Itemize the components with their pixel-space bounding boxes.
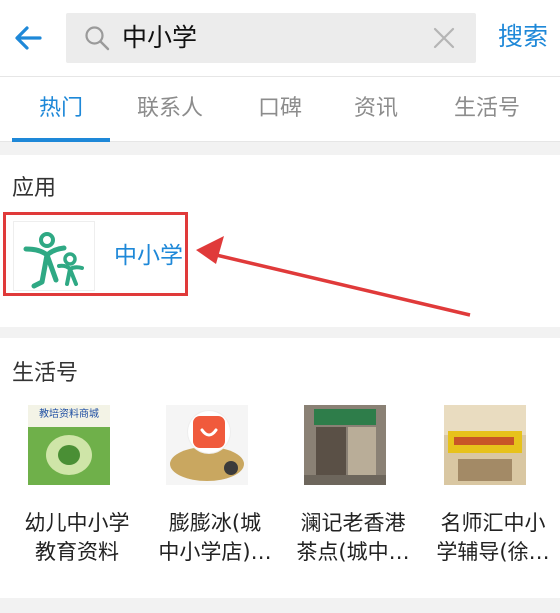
search-button[interactable]: 搜索	[498, 20, 548, 54]
bottom-spacer	[0, 598, 560, 613]
smile-icon	[200, 428, 218, 437]
life-account-item[interactable]: 教培资料商城 幼儿中小学 教育资料	[12, 405, 142, 575]
app-name[interactable]: 中小学	[114, 241, 183, 271]
tab-life-accounts[interactable]: 生活号	[454, 95, 520, 123]
top-search-bar: 中小学 搜索	[0, 0, 560, 76]
life-account-item[interactable]: 膨膨冰(城 中小学店)…	[150, 405, 280, 575]
active-tab-indicator	[12, 138, 110, 142]
result-tabs: 热门 联系人 口碑 资讯 生活号	[0, 76, 560, 142]
life-account-name-line1: 澜记老香港	[300, 511, 406, 535]
education-logo-icon	[13, 221, 95, 291]
life-account-name-line2: 学辅导(徐…	[436, 540, 550, 564]
life-account-thumbnail	[304, 405, 386, 485]
apps-section: 应用 中小学	[0, 155, 560, 327]
clear-icon[interactable]	[432, 26, 456, 50]
life-account-item[interactable]: 名师汇中小 学辅导(徐…	[428, 405, 558, 575]
tab-news[interactable]: 资讯	[354, 95, 398, 123]
apps-section-title: 应用	[12, 176, 57, 201]
life-account-name-line2: 教育资料	[35, 540, 119, 564]
search-icon	[85, 26, 110, 51]
life-account-name-line1: 名师汇中小	[440, 511, 546, 535]
search-query-text[interactable]: 中小学	[122, 23, 197, 53]
life-account-name-line1: 膨膨冰(城	[168, 511, 262, 535]
life-account-thumbnail	[166, 405, 248, 485]
back-arrow-icon[interactable]	[12, 22, 44, 54]
life-account-name-line2: 茶点(城中…	[296, 540, 410, 564]
life-account-name-line1: 幼儿中小学	[24, 511, 130, 535]
search-input[interactable]: 中小学	[66, 13, 476, 63]
life-account-thumbnail	[444, 405, 526, 485]
app-item-zhongxiaoxue[interactable]: 中小学	[3, 212, 188, 296]
life-accounts-section-title: 生活号	[12, 361, 79, 386]
life-account-name-line2: 中小学店)…	[158, 540, 272, 564]
life-account-item[interactable]: 澜记老香港 茶点(城中…	[288, 405, 418, 575]
thumb-banner-text: 教培资料商城	[39, 409, 99, 420]
tab-contacts[interactable]: 联系人	[137, 95, 203, 123]
life-account-thumbnail: 教培资料商城	[28, 405, 110, 485]
tab-koubei[interactable]: 口碑	[258, 95, 302, 123]
tab-hot[interactable]: 热门	[39, 95, 83, 123]
life-accounts-section: 生活号 教培资料商城 幼儿中小学 教育资料 膨膨冰(城 中小学店)… 澜记老香港…	[0, 338, 560, 598]
